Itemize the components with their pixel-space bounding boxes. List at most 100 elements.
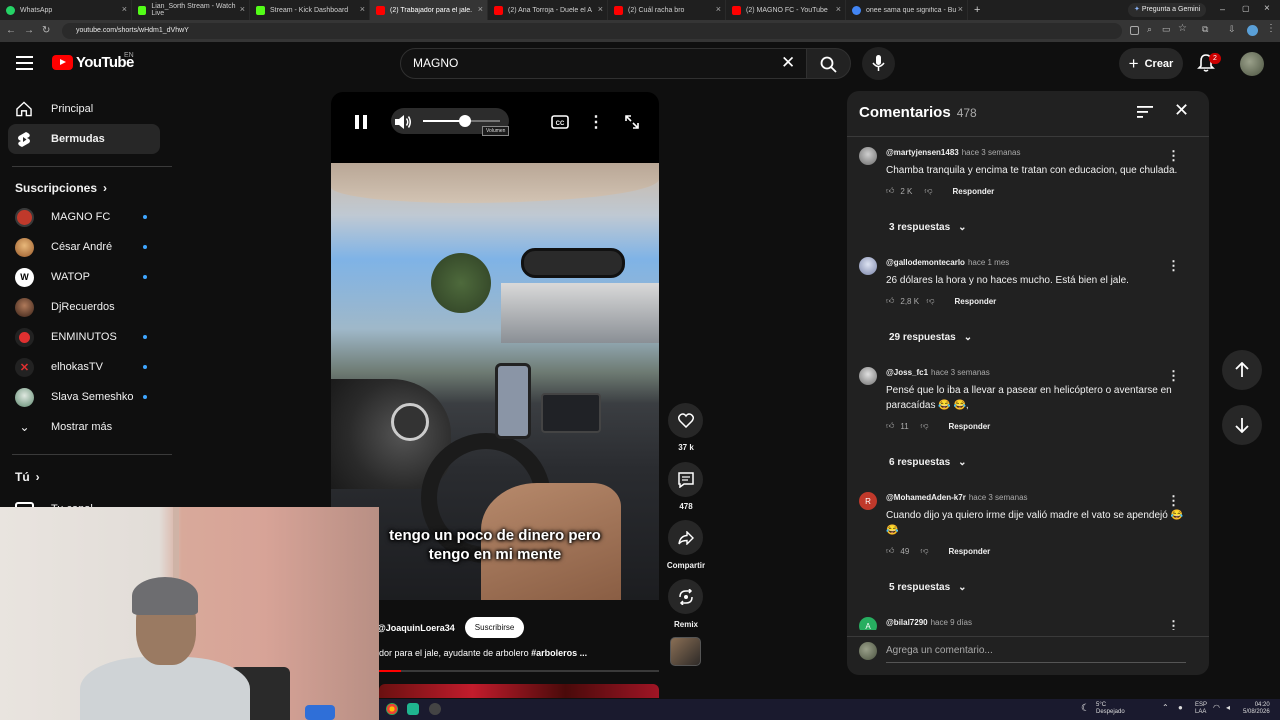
- back-icon[interactable]: ←: [6, 24, 16, 38]
- url-field[interactable]: youtube.com/shorts/wHdm1_dVhwY: [62, 23, 1122, 39]
- browser-menu-icon[interactable]: ⋮: [1266, 23, 1276, 34]
- thumbs-up-icon[interactable]: 👍︎: [886, 546, 894, 556]
- system-clock[interactable]: 04:20 5/08/2026: [1243, 702, 1270, 716]
- hamburger-menu-icon[interactable]: [16, 56, 33, 75]
- close-tab-icon[interactable]: ×: [122, 5, 127, 14]
- cast-icon[interactable]: ▭: [1162, 24, 1171, 35]
- close-tab-icon[interactable]: ×: [478, 5, 483, 14]
- subscriptions-heading[interactable]: Suscripciones ›: [15, 181, 107, 195]
- browser-tab[interactable]: Stream - Kick Dashboard ×: [250, 0, 370, 20]
- comment-time[interactable]: hace 9 días: [931, 618, 972, 627]
- browser-tab[interactable]: onee sama que significa - Busc...×: [846, 0, 968, 20]
- browser-tab[interactable]: (2) MAGNO FC - YouTube ×: [726, 0, 846, 20]
- thumbs-up-icon[interactable]: 👍︎: [886, 186, 894, 196]
- remix-button[interactable]: [668, 579, 703, 614]
- close-tab-icon[interactable]: ×: [360, 5, 365, 14]
- comment-more-icon[interactable]: ⋮: [1167, 368, 1180, 383]
- comment-more-icon[interactable]: ⋮: [1167, 493, 1180, 508]
- close-tab-icon[interactable]: ×: [958, 5, 963, 14]
- comment-author[interactable]: @gallodemontecarlo hace 1 mes: [886, 258, 1009, 267]
- downloads-icon[interactable]: ⇩: [1228, 24, 1236, 35]
- minimize-icon[interactable]: –: [1220, 4, 1225, 14]
- thumbs-down-icon[interactable]: 👎︎: [920, 546, 928, 556]
- comment-username[interactable]: @martyjensen1483: [886, 148, 959, 157]
- weather-widget[interactable]: 5°C Despejado: [1096, 702, 1125, 716]
- pause-button[interactable]: [349, 110, 373, 134]
- profile-avatar[interactable]: [1247, 25, 1258, 36]
- thumbs-up-icon[interactable]: 👍︎: [886, 421, 894, 431]
- app-icon[interactable]: [407, 703, 419, 715]
- language-indicator[interactable]: ESP LAA: [1195, 702, 1207, 716]
- volume-button[interactable]: [391, 110, 415, 134]
- maximize-icon[interactable]: ▢: [1242, 4, 1250, 13]
- close-tab-icon[interactable]: ×: [240, 5, 245, 14]
- comment-time[interactable]: hace 1 mes: [968, 258, 1009, 267]
- thumbs-up-icon[interactable]: 👍︎: [886, 296, 894, 306]
- thumbs-down-icon[interactable]: 👎︎: [924, 186, 932, 196]
- next-short-preview[interactable]: [379, 684, 659, 698]
- browser-tab[interactable]: (2) Ana Torroja - Duele el A... ×: [488, 0, 608, 20]
- like-button[interactable]: [668, 403, 703, 438]
- extensions-icon[interactable]: ⧉: [1202, 24, 1208, 35]
- you-heading[interactable]: Tú ›: [15, 470, 40, 484]
- share-button[interactable]: [668, 520, 703, 555]
- comment-author[interactable]: @MohamedAden-k7r hace 3 semanas: [886, 493, 1028, 502]
- avatar[interactable]: [859, 147, 877, 165]
- sidebar-item-watop[interactable]: W WATOP: [15, 263, 155, 291]
- chrome-icon[interactable]: [386, 703, 398, 715]
- reload-icon[interactable]: ↻: [42, 24, 50, 38]
- comment-author[interactable]: @bilal7290 hace 9 días: [886, 618, 972, 627]
- volume-tray-icon[interactable]: ◂: [1226, 703, 1230, 712]
- next-short-button[interactable]: [1222, 405, 1262, 445]
- avatar[interactable]: [859, 257, 877, 275]
- replies-toggle[interactable]: 3 respuestas ⌄: [889, 222, 967, 233]
- account-avatar[interactable]: [1240, 52, 1264, 76]
- chevron-up-icon[interactable]: ⌃: [1162, 703, 1169, 712]
- close-tab-icon[interactable]: ×: [836, 5, 841, 14]
- close-tab-icon[interactable]: ×: [716, 5, 721, 14]
- forward-icon[interactable]: →: [24, 24, 34, 38]
- video-description[interactable]: dor para el jale, ayudante de arbolero #…: [379, 648, 587, 658]
- obs-icon[interactable]: [429, 703, 441, 715]
- comment-time[interactable]: hace 3 semanas: [969, 493, 1028, 502]
- sidebar-item-enminutos[interactable]: ENMINUTOS: [15, 323, 155, 351]
- thumbs-down-icon[interactable]: 👎︎: [920, 421, 928, 431]
- new-tab-button[interactable]: +: [968, 0, 988, 20]
- zoom-icon[interactable]: ⌕: [1147, 24, 1152, 35]
- comment-username[interactable]: @gallodemontecarlo: [886, 258, 965, 267]
- avatar[interactable]: R: [859, 492, 877, 510]
- avatar[interactable]: [859, 367, 877, 385]
- video-progress-bar[interactable]: [379, 670, 659, 672]
- comment-more-icon[interactable]: ⋮: [1167, 148, 1180, 163]
- reply-button[interactable]: Responder: [949, 547, 991, 556]
- translate-icon[interactable]: [1130, 26, 1139, 35]
- close-comments-icon[interactable]: ✕: [1174, 100, 1189, 121]
- reply-button[interactable]: Responder: [953, 187, 995, 196]
- channel-handle[interactable]: @JoaquinLoera34: [377, 623, 455, 633]
- clear-search-icon[interactable]: ✕: [781, 52, 795, 74]
- close-tab-icon[interactable]: ×: [598, 5, 603, 14]
- description-hashtag[interactable]: #arboleros ...: [531, 648, 587, 658]
- browser-tab[interactable]: (2) Cuál racha bro ×: [608, 0, 726, 20]
- previous-short-button[interactable]: [1222, 350, 1262, 390]
- sidebar-item-elhokastv[interactable]: ✕ elhokasTV: [15, 353, 155, 381]
- microphone-tray-icon[interactable]: ●: [1178, 703, 1183, 712]
- show-more-button[interactable]: ⌄ Mostrar más: [15, 413, 155, 441]
- close-window-icon[interactable]: ×: [1264, 3, 1270, 14]
- thumbs-down-icon[interactable]: 👎︎: [926, 296, 934, 306]
- volume-slider[interactable]: [423, 115, 500, 127]
- create-button[interactable]: + Crear: [1119, 48, 1183, 79]
- youtube-logo[interactable]: YouTube: [52, 54, 134, 71]
- comment-author[interactable]: @martyjensen1483 hace 3 semanas: [886, 148, 1020, 157]
- browser-tab[interactable]: Lian_Sorth Stream - Watch Live ×: [132, 0, 250, 20]
- comment-more-icon[interactable]: ⋮: [1167, 258, 1180, 273]
- comments-button[interactable]: [668, 462, 703, 497]
- more-options-button[interactable]: ⋮: [584, 110, 608, 134]
- replies-toggle[interactable]: 6 respuestas ⌄: [889, 457, 967, 468]
- comment-username[interactable]: @bilal7290: [886, 618, 928, 627]
- sidebar-item-magno-fc[interactable]: MAGNO FC: [15, 203, 155, 231]
- captions-button[interactable]: CC: [548, 110, 572, 134]
- subscribe-button[interactable]: Suscribirse: [464, 617, 525, 638]
- gemini-button[interactable]: ✦ Pregunta a Gemini: [1128, 3, 1207, 17]
- sidebar-item-bermudas[interactable]: Bermudas: [8, 124, 160, 154]
